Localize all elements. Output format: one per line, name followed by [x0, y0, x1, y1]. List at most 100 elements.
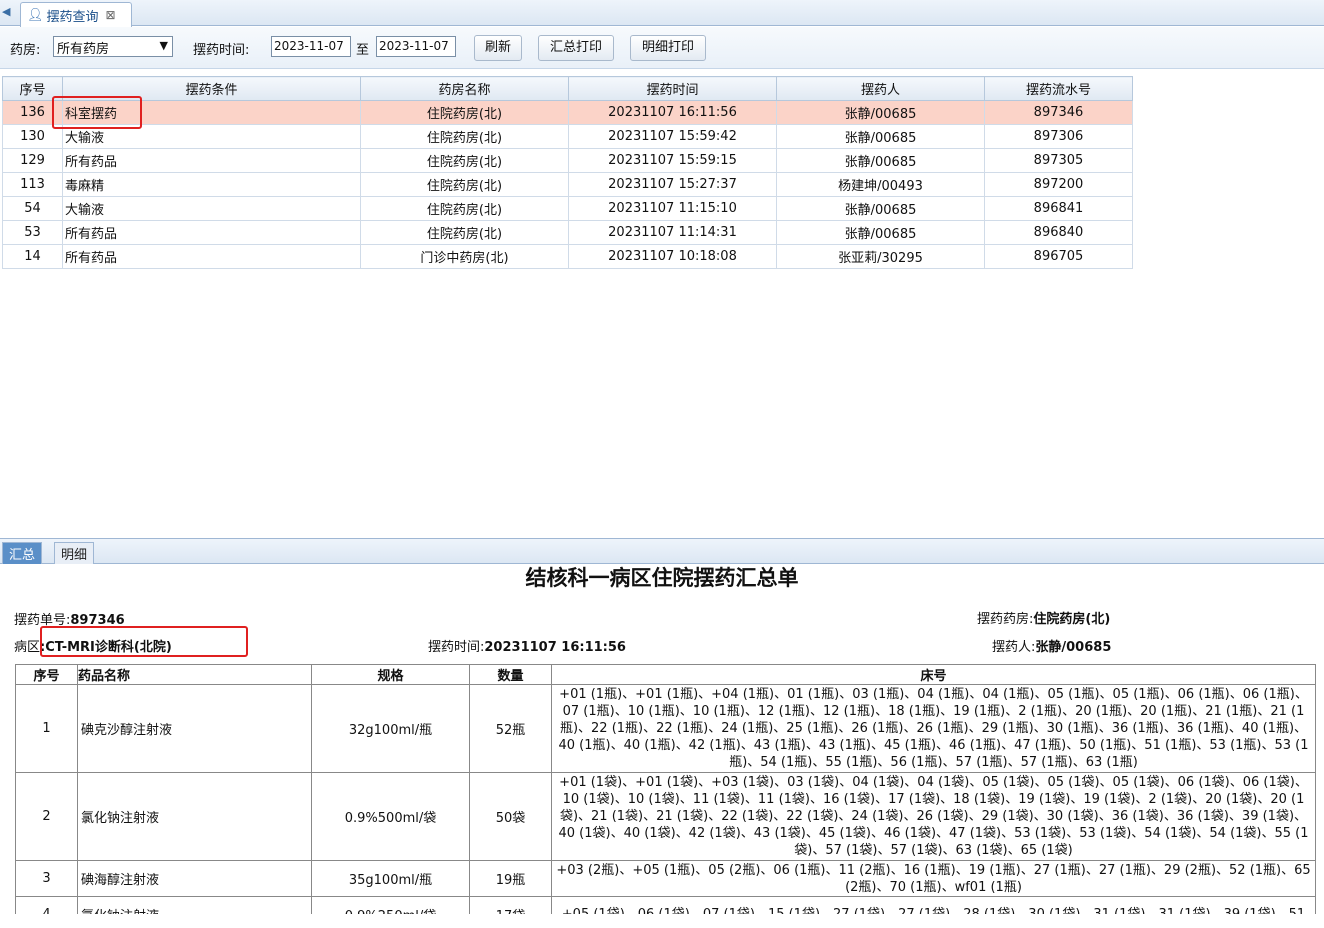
report-cell-qty: 19瓶	[469, 860, 552, 897]
cell-pharmacy: 住院药房(北)	[360, 220, 569, 245]
report-pharmacy-label: 摆药药房:住院药房(北)	[977, 612, 1111, 627]
column-header[interactable]: 摆药流水号	[984, 76, 1133, 101]
report-cell-beds: +03 (2瓶)、+05 (1瓶)、05 (2瓶)、06 (1瓶)、11 (2瓶…	[551, 860, 1316, 897]
report-row: 4 氯化钠注射液 0.9%250ml/袋 17袋 +05 (1袋)、06 (1袋…	[15, 896, 1316, 914]
table-row[interactable]: 113 毒麻精 住院药房(北) 20231107 15:27:37 杨建坤/00…	[2, 172, 1133, 197]
summary-print-button[interactable]: 汇总打印	[538, 35, 614, 61]
refresh-button[interactable]: 刷新	[474, 35, 522, 61]
cell-time: 20231107 15:59:15	[568, 148, 777, 173]
table-row[interactable]: 129 所有药品 住院药房(北) 20231107 15:59:15 张静/00…	[2, 148, 1133, 173]
report-cell-spec: 0.9%250ml/袋	[311, 896, 470, 914]
cell-pharmacy: 住院药房(北)	[360, 196, 569, 221]
tab-summary[interactable]: 汇总	[2, 542, 43, 564]
cell-pharmacy: 住院药房(北)	[360, 124, 569, 149]
report-row: 2 氯化钠注射液 0.9%500ml/袋 50袋 +01 (1袋)、+01 (1…	[15, 772, 1316, 861]
column-header[interactable]: 摆药时间	[568, 76, 777, 101]
table-row[interactable]: 53 所有药品 住院药房(北) 20231107 11:14:31 张静/006…	[2, 220, 1133, 245]
table-row[interactable]: 14 所有药品 门诊中药房(北) 20231107 10:18:08 张亚莉/3…	[2, 244, 1133, 269]
report-column-header: 序号	[15, 664, 78, 685]
tab-detail[interactable]: 明细	[54, 542, 95, 564]
cell-seq: 54	[2, 196, 63, 221]
pharmacy-label: 药房:	[10, 43, 41, 58]
column-header[interactable]: 摆药人	[776, 76, 985, 101]
report-detail-table: 序号 药品名称 规格 数量 床号 1 碘克沙醇注射液 32g100ml/瓶 52…	[15, 664, 1316, 914]
tab-label: 摆药查询	[46, 9, 99, 25]
highlight-box-condition	[52, 96, 142, 129]
cell-seq: 129	[2, 148, 63, 173]
report-cell-seq: 3	[15, 860, 78, 897]
table-row[interactable]: 54 大输液 住院药房(北) 20231107 11:15:10 张静/0068…	[2, 196, 1133, 221]
cell-pharmacy: 住院药房(北)	[360, 100, 569, 125]
cell-time: 20231107 10:18:08	[568, 244, 777, 269]
report-cell-beds: +01 (1瓶)、+01 (1瓶)、+04 (1瓶)、01 (1瓶)、03 (1…	[551, 684, 1316, 773]
report-cell-drug: 碘克沙醇注射液	[77, 684, 312, 773]
table-row[interactable]: 136 科室摆药 住院药房(北) 20231107 16:11:56 张静/00…	[2, 100, 1133, 125]
cell-pharmacy: 住院药房(北)	[360, 172, 569, 197]
pharmacy-select-value: 所有药房	[57, 42, 110, 57]
pharmacy-select[interactable]: 所有药房 ▼	[53, 36, 173, 57]
cell-serial: 897200	[984, 172, 1133, 197]
cell-person: 张静/00685	[776, 148, 985, 173]
report-cell-qty: 52瓶	[469, 684, 552, 773]
cell-person: 张静/00685	[776, 196, 985, 221]
cell-condition: 大输液	[62, 196, 361, 221]
report-cell-spec: 32g100ml/瓶	[311, 684, 470, 773]
cell-seq: 113	[2, 172, 63, 197]
cell-condition: 所有药品	[62, 148, 361, 173]
tab-dispensing-query[interactable]: 👤︎ 摆药查询 ⊠	[20, 2, 132, 27]
report-cell-spec: 0.9%500ml/袋	[311, 772, 470, 861]
table-row[interactable]: 130 大输液 住院药房(北) 20231107 15:59:42 张静/006…	[2, 124, 1133, 149]
detail-print-button[interactable]: 明细打印	[630, 35, 706, 61]
cell-pharmacy: 门诊中药房(北)	[360, 244, 569, 269]
cell-seq: 53	[2, 220, 63, 245]
report-cell-qty: 50袋	[469, 772, 552, 861]
cell-person: 张静/00685	[776, 124, 985, 149]
cell-condition: 所有药品	[62, 220, 361, 245]
report-cell-seq: 4	[15, 896, 78, 914]
report-cell-qty: 17袋	[469, 896, 552, 914]
report-cell-seq: 2	[15, 772, 78, 861]
cell-serial: 897306	[984, 124, 1133, 149]
cell-person: 张亚莉/30295	[776, 244, 985, 269]
dispensing-grid: 序号 摆药条件 药房名称 摆药时间 摆药人 摆药流水号 136 科室摆药 住院药…	[2, 76, 1133, 269]
cell-time: 20231107 16:11:56	[568, 100, 777, 125]
report-scroll-area[interactable]: 序号 药品名称 规格 数量 床号 1 碘克沙醇注射液 32g100ml/瓶 52…	[0, 664, 1324, 914]
cell-serial: 896705	[984, 244, 1133, 269]
chevron-down-icon: ▼	[159, 39, 168, 52]
report-cell-drug: 氯化钠注射液	[77, 896, 312, 914]
query-toolbar: 药房: 所有药房 ▼ 摆药时间: 2023-11-07 至 2023-11-07…	[0, 27, 1324, 69]
report-time-label: 摆药时间:20231107 16:11:56	[428, 640, 626, 655]
cell-serial: 897346	[984, 100, 1133, 125]
to-label: 至	[356, 43, 370, 58]
date-from-input[interactable]: 2023-11-07	[271, 36, 351, 57]
close-icon[interactable]: ⊠	[106, 8, 116, 22]
report-column-header: 规格	[311, 664, 470, 685]
cell-person: 张静/00685	[776, 100, 985, 125]
cell-serial: 896840	[984, 220, 1133, 245]
report-cell-spec: 35g100ml/瓶	[311, 860, 470, 897]
report-cell-drug: 氯化钠注射液	[77, 772, 312, 861]
report-cell-beds: +05 (1袋)、06 (1袋)、07 (1袋)、15 (1袋)、27 (1袋)…	[551, 896, 1316, 914]
cell-condition: 毒麻精	[62, 172, 361, 197]
lower-tab-bar: 汇总 明细	[0, 538, 1324, 564]
date-to-input[interactable]: 2023-11-07	[376, 36, 456, 57]
report-column-header: 药品名称	[77, 664, 312, 685]
user-icon: 👤︎	[27, 7, 44, 23]
tab-scroll-left-icon[interactable]: ◀	[2, 5, 10, 18]
cell-person: 张静/00685	[776, 220, 985, 245]
cell-person: 杨建坤/00493	[776, 172, 985, 197]
cell-seq: 14	[2, 244, 63, 269]
report-header-row: 序号 药品名称 规格 数量 床号	[15, 664, 1316, 685]
grid-header-row: 序号 摆药条件 药房名称 摆药时间 摆药人 摆药流水号	[2, 76, 1133, 101]
column-header[interactable]: 药房名称	[360, 76, 569, 101]
report-person-value: 张静/00685	[1035, 640, 1112, 655]
report-column-header: 数量	[469, 664, 552, 685]
cell-condition: 所有药品	[62, 244, 361, 269]
time-label: 摆药时间:	[193, 43, 250, 58]
report-pharmacy-value: 住院药房(北)	[1033, 612, 1111, 627]
report-person-label: 摆药人:张静/00685	[992, 640, 1112, 655]
report-cell-beds: +01 (1袋)、+01 (1袋)、+03 (1袋)、03 (1袋)、04 (1…	[551, 772, 1316, 861]
report-cell-drug: 碘海醇注射液	[77, 860, 312, 897]
highlight-box-ward	[40, 626, 248, 657]
report-title: 结核科一病区住院摆药汇总单	[525, 565, 799, 590]
